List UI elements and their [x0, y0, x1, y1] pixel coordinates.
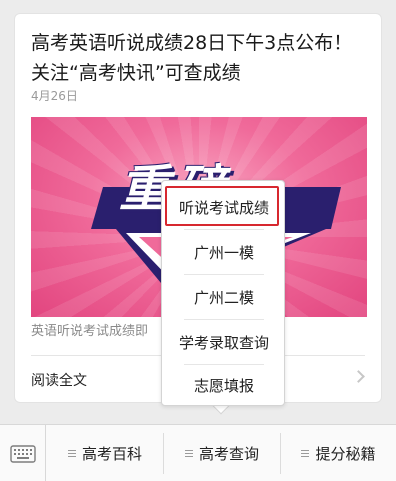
chevron-right-icon: [352, 370, 365, 383]
menu-button-query[interactable]: 高考查询: [164, 425, 280, 481]
menu-lines-icon: [184, 448, 193, 459]
article-date: 4月26日: [31, 89, 78, 103]
menu-lines-icon: [67, 448, 76, 459]
menu-button-label: 高考百科: [81, 445, 142, 463]
article-summary: 英语听说考试成绩即: [31, 324, 149, 339]
wechat-account-screen: 高考英语听说成绩28日下午3点公布！关注“高考快讯”可查成绩 4月26日 重磅 …: [0, 0, 396, 481]
highlight-box: [165, 186, 279, 226]
submenu-item-guangzhou-mock-1[interactable]: 广州一模: [162, 229, 286, 275]
menu-button-label: 提分秘籍: [315, 445, 376, 463]
submenu-item-application[interactable]: 志愿填报: [162, 362, 286, 408]
submenu-item-admission-query[interactable]: 学考录取查询: [162, 319, 286, 365]
keyboard-toggle-button[interactable]: [0, 425, 46, 481]
menu-button-encyclopedia[interactable]: 高考百科: [47, 425, 163, 481]
menu-button-tips[interactable]: 提分秘籍: [281, 425, 396, 481]
bottom-menu-bar: 高考百科 高考查询 提分秘籍: [0, 424, 396, 481]
submenu-item-guangzhou-mock-2[interactable]: 广州二模: [162, 274, 286, 320]
menu-button-label: 高考查询: [198, 445, 259, 463]
keyboard-icon: [9, 444, 36, 463]
article-title[interactable]: 高考英语听说成绩28日下午3点公布！关注“高考快讯”可查成绩: [31, 28, 371, 88]
menu-lines-icon: [301, 448, 310, 459]
read-more-link[interactable]: 阅读全文: [31, 370, 87, 390]
